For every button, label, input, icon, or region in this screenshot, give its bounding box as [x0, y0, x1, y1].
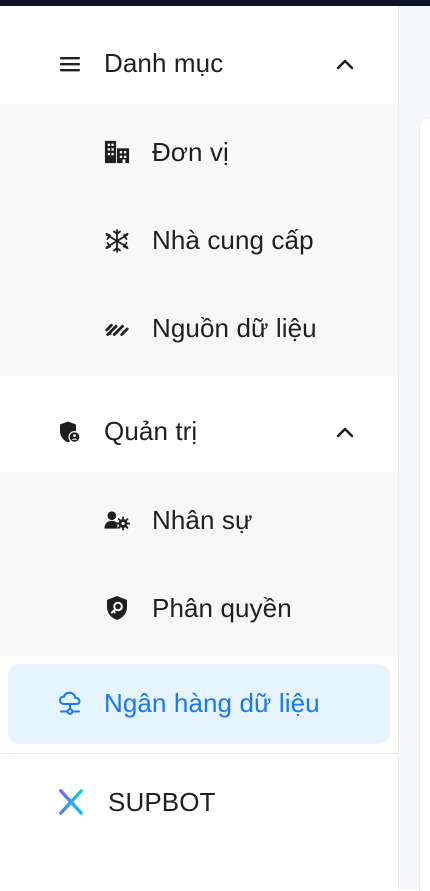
menu-group-category-label: Danh mục [104, 48, 224, 78]
menu-item-label: Nhà cung cấp [152, 225, 314, 255]
sidebar: Danh mục Đơn vị Nhà cung cấp Nguồn dữ li… [0, 6, 399, 890]
menu-lines-icon [57, 51, 83, 77]
menu-item-label: Đơn vị [152, 137, 229, 167]
menu-item-label: Nguồn dữ liệu [152, 313, 317, 343]
menu-item-label: Phân quyền [152, 593, 292, 623]
menu-item-nhan-su[interactable]: Nhân sự [0, 480, 398, 560]
menu-group-category[interactable]: Danh mục [0, 24, 398, 104]
menu-item-supbot[interactable]: SUPBOT [0, 762, 398, 842]
shield-key-icon [104, 595, 130, 621]
cloud-network-icon [57, 691, 83, 717]
chevron-up-icon[interactable] [334, 53, 356, 75]
menu-item-nha-cung-cap[interactable]: Nhà cung cấp [0, 200, 398, 280]
data-source-icon [104, 316, 130, 342]
menu-item-don-vi[interactable]: Đơn vị [0, 112, 398, 192]
user-settings-icon [104, 507, 130, 533]
menu-item-ngan-hang-du-lieu[interactable]: Ngân hàng dữ liệu [0, 664, 398, 744]
menu-item-label: SUPBOT [108, 787, 216, 817]
menu-item-nguon-du-lieu[interactable]: Nguồn dữ liệu [0, 288, 398, 368]
menu-group-admin[interactable]: Quản trị [0, 392, 398, 472]
menu-item-label: Ngân hàng dữ liệu [104, 688, 320, 718]
shield-user-icon [57, 419, 83, 445]
building-icon [104, 139, 130, 165]
menu-item-label: Nhân sự [152, 505, 253, 535]
menu-item-phan-quyen[interactable]: Phân quyền [0, 568, 398, 648]
content-card [419, 117, 430, 891]
chevron-up-icon[interactable] [334, 421, 356, 443]
menu-group-admin-label: Quản trị [104, 416, 198, 446]
snowflake-icon [104, 228, 130, 254]
divider [0, 753, 398, 754]
supbot-logo-icon [58, 789, 84, 815]
